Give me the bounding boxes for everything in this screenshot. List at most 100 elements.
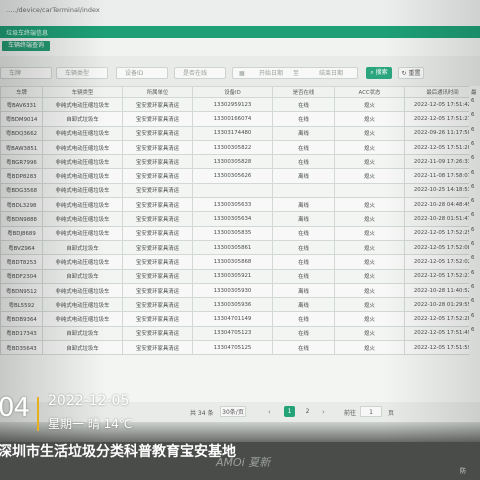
url-text[interactable]: ...../device/carTerminal/index	[6, 6, 100, 14]
table-row[interactable]: 粤BL5592 非纯式电动压缩垃圾车 宝安爱环家具清运 13300305936 离线 熄火…	[0, 297, 480, 313]
browser-screen: ...../device/carTerminal/index 垃圾车终端信息 车…	[0, 0, 480, 442]
table-row[interactable]: 粤BDQ3662 非纯式电动压缩垃圾车 宝安爱环家具清运 13303174480 离线熄…	[0, 125, 480, 141]
cell-unit: 宝安爱环家具清运	[122, 211, 193, 227]
cell-acc: 熄火	[334, 239, 405, 256]
cell-acc: 熄火	[334, 168, 405, 184]
cell-acc: 熄火	[334, 96, 405, 113]
table-row[interactable]: 粤BDT8253 非纯式电动压缩垃圾车 宝安爱环家具清运 13300305868 在线熄…	[0, 254, 480, 270]
plate-input[interactable]: 车牌	[0, 67, 52, 79]
table-row[interactable]: 粤BDG3568 非纯式电动压缩垃圾车 宝安爱环家具清运 2022-10-25 14:…	[0, 182, 480, 199]
table-row[interactable]: 粤BDL3298 非纯式电动压缩垃圾车 宝安爱环家具清运 13300305633 离线熄…	[0, 197, 480, 213]
cell-acc: 熄火	[334, 325, 405, 342]
cell-acc: 熄火	[334, 282, 405, 299]
cell-vehicle-type: 非纯式电动压缩垃圾车	[42, 297, 123, 313]
cell-online: 在线	[272, 239, 335, 256]
cell-unit: 宝安爱环家具清运	[122, 96, 193, 113]
nav-title[interactable]: 垃圾车终端信息	[6, 28, 48, 37]
cell-plate: 粤BDG3568	[0, 182, 43, 199]
cell-vehicle-type: 非纯式电动压缩垃圾车	[42, 182, 123, 199]
cell-vehicle-type: 非纯式电动压缩垃圾车	[42, 168, 123, 184]
cell-unit: 宝安爱环家具清运	[122, 268, 193, 284]
cell-acc: 熄火	[334, 154, 405, 170]
page-tabs: 车辆终端查询	[0, 38, 480, 57]
table-row[interactable]: 粤BDB9364 非纯式电动压缩垃圾车 宝安爱环家具清运 13304701149 在线熄…	[0, 311, 480, 327]
table-row[interactable]: 粤BD17343 自卸式垃圾车 宝安爱环家具清运 13304705123 在线 熄火 202…	[0, 325, 480, 342]
cell-plate: 粤BVZ964	[0, 239, 43, 256]
prev-page-icon[interactable]: ‹	[268, 408, 271, 416]
top-nav-bar: 垃圾车终端信息	[0, 26, 480, 38]
cell-vehicle-type: 自卸式垃圾车	[42, 268, 123, 284]
goto-page-input[interactable]: 1	[360, 406, 382, 417]
stamp-date: 2022-12-05	[48, 393, 130, 409]
address-bar[interactable]: ...../device/carTerminal/index	[0, 0, 480, 26]
table-row[interactable]: 粤BAW3851 非纯式电动压缩垃圾车 宝安爱环家具清运 13300305822 在线熄…	[0, 139, 480, 156]
vehicle-type-select[interactable]: 车辆类型	[56, 67, 108, 79]
col-header-unit[interactable]: 所属单位	[122, 86, 193, 98]
table-row[interactable]: 粤BDM9014 自卸式垃圾车 宝安爱环家具清运 13300166074 在线 熄火 202…	[0, 111, 480, 127]
stamp-location: 深圳市生活垃圾分类科普教育宝安基地	[0, 444, 236, 460]
next-page-icon[interactable]: ›	[322, 408, 325, 416]
cell-online	[272, 182, 335, 199]
total-count: 共 34 条	[190, 410, 214, 417]
cell-vehicle-type: 自卸式垃圾车	[42, 239, 123, 256]
table-row[interactable]: 粤BD35643 自卸式垃圾车 宝安爱环家具清运 13304705125 在线 熄火 202…	[0, 340, 480, 356]
cell-device-id: 13300166074	[192, 111, 273, 127]
cutoff-cell: 6	[471, 312, 475, 319]
cutoff-cell: 6	[471, 198, 475, 205]
cell-acc: 熄火	[334, 197, 405, 213]
corner-text: 防	[460, 468, 467, 475]
cell-unit: 宝安爱环家具清运	[122, 111, 193, 127]
cell-device-id: 13300305936	[192, 297, 273, 313]
cell-acc: 熄火	[334, 340, 405, 356]
page-2-button[interactable]: 2	[302, 406, 313, 417]
cell-plate: 粤BDQ3662	[0, 125, 43, 141]
table-row[interactable]: 粤BDN9888 非纯式电动压缩垃圾车 宝安爱环家具清运 13300305634 离线熄…	[0, 211, 480, 227]
cell-acc: 熄火	[334, 268, 405, 284]
online-status-select[interactable]: 是否在线	[174, 67, 226, 79]
date-range-picker[interactable]: ▦ 开始日期 至 结束日期	[232, 67, 358, 79]
end-date-placeholder: 结束日期	[319, 70, 344, 77]
table-row[interactable]: 粤BAV6331 非纯式电动压缩垃圾车 宝安爱环家具清运 13302959123 在线熄…	[0, 96, 480, 113]
filter-bar: 车牌 车辆类型 设备ID 是否在线 ▦ 开始日期 至 结束日期 ⌕ 搜索 ↻ 重…	[0, 56, 480, 88]
cell-plate: 粤BDP8283	[0, 168, 43, 184]
page-1-button[interactable]: 1	[284, 406, 295, 417]
col-header-online[interactable]: 是否在线	[272, 86, 335, 98]
cell-unit: 宝安爱环家具清运	[122, 125, 193, 141]
cell-plate: 粤BDN9512	[0, 282, 43, 299]
table-row[interactable]: 粤BGR7996 非纯式电动压缩垃圾车 宝安爱环家具清运 13300305828 在线熄…	[0, 154, 480, 170]
cell-plate: 粤BDB9364	[0, 311, 43, 327]
cell-online: 离线	[272, 125, 335, 141]
col-header-plate[interactable]: 车牌	[0, 86, 43, 98]
cell-acc: 熄火	[334, 297, 405, 313]
cell-online: 在线	[272, 225, 335, 241]
table-row[interactable]: 粤BDP8283 非纯式电动压缩垃圾车 宝安爱环家具清运 13300305626 离线熄…	[0, 168, 480, 184]
table-row[interactable]: 粤BDN9512 非纯式电动压缩垃圾车 宝安爱环家具清运 13300305930 离线熄…	[0, 282, 480, 299]
table-row[interactable]: 粤BVZ964 自卸式垃圾车 宝安爱环家具清运 13300305861 在线 熄火 2022…	[0, 239, 480, 256]
reset-icon: ↻	[401, 70, 407, 77]
tab-vehicle-terminal[interactable]: 车辆终端查询	[2, 41, 51, 51]
cell-unit: 宝安爱环家具清运	[122, 168, 193, 184]
reset-button[interactable]: ↻ 重置	[398, 67, 424, 79]
cutoff-cell: 最	[471, 90, 477, 96]
terminal-table: 车牌 车辆类型 所属单位 设备ID 是否在线 ACC状态 最后通讯时间 粤BAV…	[0, 86, 480, 402]
device-id-input[interactable]: 设备ID	[116, 67, 168, 79]
search-button[interactable]: ⌕ 搜索	[366, 67, 392, 79]
cell-plate: 粤BDL3298	[0, 197, 43, 213]
cell-vehicle-type: 自卸式垃圾车	[42, 111, 123, 127]
cell-plate: 粤BAV6331	[0, 96, 43, 113]
table-row[interactable]: 粤BDF2304 自卸式垃圾车 宝安爱环家具清运 13300305921 在线 熄火 202…	[0, 268, 480, 284]
cell-online: 在线	[272, 268, 335, 284]
col-header-vehicle-type[interactable]: 车辆类型	[42, 86, 123, 98]
cutoff-cell: 6	[471, 269, 475, 276]
col-header-acc[interactable]: ACC状态	[334, 86, 405, 98]
cell-unit: 宝安爱环家具清运	[122, 297, 193, 313]
cell-vehicle-type: 非纯式电动压缩垃圾车	[42, 282, 123, 299]
page-size-select[interactable]: 30条/页	[220, 406, 246, 417]
cell-plate: 粤BDF2304	[0, 268, 43, 284]
cell-online: 离线	[272, 282, 335, 299]
cell-unit: 宝安爱环家具清运	[122, 182, 193, 199]
col-header-device-id[interactable]: 设备ID	[192, 86, 273, 98]
cell-vehicle-type: 非纯式电动压缩垃圾车	[42, 139, 123, 156]
table-row[interactable]: 粤BDJ8689 非纯式电动压缩垃圾车 宝安爱环家具清运 13300305835 在线熄…	[0, 225, 480, 241]
cell-device-id: 13302959123	[192, 96, 273, 113]
